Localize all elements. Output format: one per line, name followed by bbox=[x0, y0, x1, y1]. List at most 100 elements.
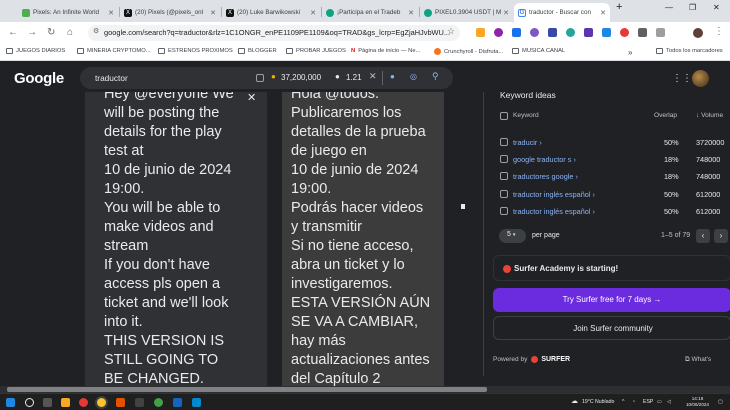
bookmark-folder[interactable]: BLOGGER bbox=[238, 48, 277, 54]
profile-avatar[interactable] bbox=[693, 28, 703, 38]
extension-icon[interactable] bbox=[530, 28, 539, 37]
extension-icon[interactable] bbox=[620, 28, 629, 37]
header-volume[interactable]: ↓ Volume bbox=[696, 112, 723, 119]
avatar[interactable] bbox=[692, 70, 709, 87]
sidebar-icon[interactable] bbox=[656, 28, 665, 37]
keyword-link[interactable]: traductor inglés español › bbox=[513, 207, 595, 216]
bookmark-folder[interactable]: JUEGOS DIARIOS bbox=[6, 48, 65, 54]
extension-icon[interactable] bbox=[566, 28, 575, 37]
keyword-link[interactable]: traducir › bbox=[513, 138, 542, 147]
close-window-icon[interactable]: ✕ bbox=[713, 3, 720, 12]
chrome-icon[interactable] bbox=[97, 398, 106, 407]
all-bookmarks[interactable]: Todos los marcadores bbox=[656, 48, 723, 54]
forward-icon[interactable]: → bbox=[27, 27, 37, 38]
bookmark-folder[interactable]: PROBAR JUEGOS bbox=[286, 48, 346, 54]
tab-luke[interactable]: X (20) Luke Barwikowski ✕ bbox=[222, 3, 320, 22]
clear-icon[interactable]: ✕ bbox=[369, 71, 377, 82]
volume-icon[interactable]: ◁ bbox=[667, 399, 671, 405]
row-checkbox[interactable] bbox=[500, 172, 508, 180]
bookmark-folder[interactable]: ESTRENOS PROXIMOS bbox=[158, 48, 233, 54]
tray-chevron-icon[interactable]: ^ bbox=[622, 399, 624, 405]
try-free-button[interactable]: Try Surfer free for 7 days → bbox=[493, 288, 730, 312]
microphone-icon[interactable]: ● bbox=[390, 72, 395, 81]
minimize-icon[interactable]: — bbox=[665, 3, 673, 12]
tab-pixels[interactable]: Pixels: An Infinite World ✕ bbox=[18, 3, 118, 22]
brave-icon[interactable] bbox=[116, 398, 125, 407]
app-icon[interactable] bbox=[173, 398, 182, 407]
header-overlap[interactable]: Overlap bbox=[654, 112, 677, 119]
close-icon[interactable]: ✕ bbox=[210, 9, 216, 17]
weather-text[interactable]: 19°C Nublado bbox=[582, 399, 614, 405]
per-page-label: per page bbox=[532, 232, 560, 239]
select-all-checkbox[interactable] bbox=[500, 112, 508, 120]
per-page-select[interactable]: 5 ▾ bbox=[499, 229, 526, 243]
network-icon[interactable]: ▭ bbox=[657, 399, 662, 405]
extensions-puzzle-icon[interactable] bbox=[638, 28, 647, 37]
close-icon[interactable]: ✕ bbox=[310, 9, 316, 17]
more-bookmarks-icon[interactable]: » bbox=[628, 48, 632, 57]
close-icon[interactable]: ✕ bbox=[408, 9, 414, 17]
close-icon[interactable]: ✕ bbox=[600, 9, 606, 17]
search-box[interactable]: traductor ● 37,200,000 ● 1.21 ✕ ● ◎ ⚲ bbox=[80, 67, 453, 89]
bookmark-folder[interactable]: MINERIA CRYPTOMO... bbox=[77, 48, 151, 54]
notification-icon[interactable]: ▢ bbox=[718, 399, 723, 405]
source-text[interactable]: Hey @everyone We will be posting the det… bbox=[104, 92, 234, 386]
task-view-icon[interactable] bbox=[43, 398, 52, 407]
app-icon[interactable] bbox=[79, 398, 88, 407]
bookmark-link[interactable]: Crunchyroll - Disfruta... bbox=[434, 48, 503, 55]
keyword-link[interactable]: traductor inglés español › bbox=[513, 190, 595, 199]
checkbox-icon[interactable] bbox=[256, 74, 264, 82]
bookmark-folder[interactable]: MUSICA CANAL bbox=[512, 48, 565, 54]
bookmark-star-icon[interactable]: ☆ bbox=[447, 26, 455, 37]
row-checkbox[interactable] bbox=[500, 155, 508, 163]
app-icon[interactable] bbox=[154, 398, 163, 407]
extension-icon[interactable] bbox=[548, 28, 557, 37]
extension-icon[interactable] bbox=[476, 28, 485, 37]
bookmark-link[interactable]: N Página de inicio — Ne... bbox=[351, 48, 420, 54]
reload-icon[interactable]: ↻ bbox=[47, 27, 55, 38]
search-icon[interactable] bbox=[25, 398, 34, 407]
app-icon[interactable] bbox=[135, 398, 144, 407]
row-checkbox[interactable] bbox=[500, 190, 508, 198]
academy-banner[interactable]: Surfer Academy is starting! bbox=[493, 255, 730, 281]
clock[interactable]: 14:18 10/06/2024 bbox=[686, 396, 709, 408]
address-bar[interactable]: ⚙ google.com/search?q=traductor&rlz=1C1O… bbox=[88, 25, 460, 41]
back-icon[interactable]: ← bbox=[8, 27, 18, 38]
app-icon[interactable] bbox=[192, 398, 201, 407]
tab-pixels-x[interactable]: X (20) Pixels (@pixels_onl ✕ bbox=[120, 3, 220, 22]
keyword-link[interactable]: traductores google › bbox=[513, 172, 578, 181]
header-keyword[interactable]: Keyword bbox=[513, 112, 539, 119]
file-explorer-icon[interactable] bbox=[61, 398, 70, 407]
search-input[interactable]: traductor bbox=[95, 73, 128, 83]
next-page-button[interactable]: › bbox=[714, 229, 728, 243]
close-icon[interactable]: ✕ bbox=[503, 9, 509, 17]
tab-google-search[interactable]: G traductor - Buscar con ✕ bbox=[514, 3, 610, 22]
horizontal-scrollbar[interactable] bbox=[0, 386, 730, 393]
close-icon[interactable]: ✕ bbox=[108, 9, 114, 17]
menu-dots-icon[interactable]: ⋮ bbox=[714, 26, 724, 37]
extension-icon[interactable] bbox=[512, 28, 521, 37]
join-community-button[interactable]: Join Surfer community bbox=[493, 316, 730, 340]
new-tab-button[interactable]: + bbox=[616, 1, 622, 13]
whats-new-link[interactable]: ⧉ What's bbox=[685, 356, 711, 364]
extension-icon[interactable] bbox=[602, 28, 611, 37]
row-checkbox[interactable] bbox=[500, 138, 508, 146]
wifi-icon[interactable]: ◔ bbox=[632, 399, 635, 405]
home-icon[interactable]: ⌂ bbox=[67, 27, 73, 38]
language-indicator[interactable]: ESP bbox=[643, 399, 653, 405]
tab-pixel-usdt[interactable]: PIXEL0.3904 USDT | M ✕ bbox=[420, 3, 513, 22]
windows-start-icon[interactable] bbox=[6, 398, 15, 407]
row-checkbox[interactable] bbox=[500, 207, 508, 215]
extension-icon[interactable] bbox=[584, 28, 593, 37]
site-info-icon[interactable]: ⚙ bbox=[93, 27, 99, 35]
tab-tradeb[interactable]: ¡Participa en el Tradeb ✕ bbox=[322, 3, 418, 22]
maximize-icon[interactable]: ❐ bbox=[689, 3, 696, 12]
keyword-link[interactable]: google traductor s › bbox=[513, 155, 576, 164]
google-logo[interactable]: Google bbox=[14, 70, 64, 87]
lens-icon[interactable]: ◎ bbox=[410, 72, 417, 81]
extension-icon[interactable] bbox=[494, 28, 503, 37]
search-icon[interactable]: ⚲ bbox=[432, 71, 439, 82]
scrollbar-thumb[interactable] bbox=[7, 387, 487, 392]
prev-page-button[interactable]: ‹ bbox=[696, 229, 710, 243]
clear-source-icon[interactable]: ✕ bbox=[247, 92, 256, 104]
